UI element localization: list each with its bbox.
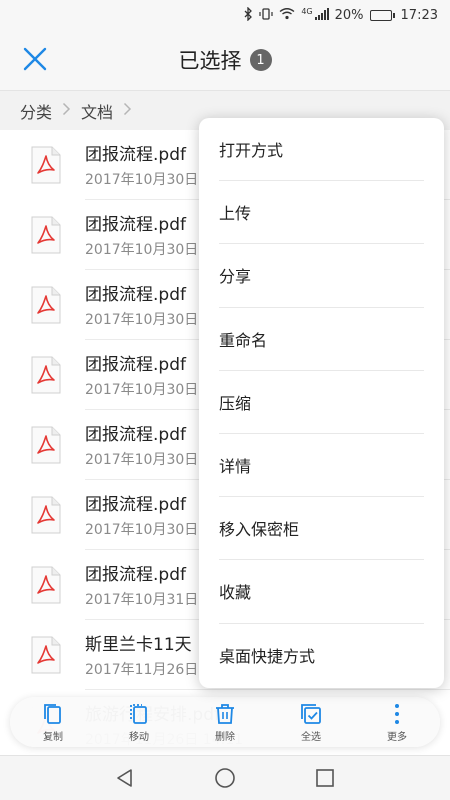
pdf-file-icon [31, 216, 61, 254]
file-icon-box [0, 496, 86, 534]
home-button[interactable] [211, 764, 239, 792]
file-name: 团报流程.pdf [85, 495, 186, 515]
delete-button[interactable]: 删除 [195, 702, 255, 743]
file-icon-box [0, 216, 86, 254]
file-icon-box [0, 146, 86, 184]
file-name: 团报流程.pdf [85, 355, 186, 375]
pdf-file-icon [31, 426, 61, 464]
menu-item-share[interactable]: 分享 [219, 244, 424, 308]
copy-button[interactable]: 复制 [23, 702, 83, 743]
delete-label: 删除 [215, 731, 235, 743]
file-date: 2017年10月30日 [85, 522, 199, 538]
pdf-file-icon [31, 146, 61, 184]
battery-icon [369, 9, 395, 21]
file-name: 团报流程.pdf [85, 565, 186, 585]
file-icon-box [0, 356, 86, 394]
vibrate-icon [259, 7, 273, 24]
bluetooth-icon [243, 5, 253, 24]
select-all-button[interactable]: 全选 [281, 702, 341, 743]
menu-item-upload[interactable]: 上传 [219, 181, 424, 245]
move-label: 移动 [129, 731, 149, 743]
chevron-right-icon [123, 102, 132, 120]
signal-icon [314, 7, 329, 23]
breadcrumb-item-category[interactable]: 分类 [20, 99, 52, 123]
file-date: 2017年10月30日 [85, 172, 199, 188]
copy-icon [44, 703, 61, 724]
menu-item-open-with[interactable]: 打开方式 [219, 118, 424, 182]
menu-item-move-to-safe[interactable]: 移入保密柜 [219, 497, 424, 561]
home-circle-icon [215, 768, 235, 788]
pdf-file-icon [31, 356, 61, 394]
pdf-file-icon [31, 496, 61, 534]
action-toolbar: 复制 移动 删除 全选 更多 [10, 697, 440, 747]
file-icon-box [0, 426, 86, 464]
wifi-icon [279, 7, 295, 23]
menu-item-details[interactable]: 详情 [219, 434, 424, 498]
page-title: 已选择 [178, 49, 242, 73]
move-button[interactable]: 移动 [109, 702, 169, 743]
file-date: 2017年10月30日 [85, 312, 199, 328]
file-icon-box [0, 636, 86, 674]
file-date: 2017年10月30日 [85, 452, 199, 468]
file-name: 斯里兰卡11天 [85, 635, 192, 655]
back-triangle-icon [117, 769, 132, 787]
more-options-menu: 打开方式 上传 分享 重命名 压缩 详情 移入保密柜 收藏 桌面快捷方式 [199, 118, 444, 688]
trash-icon [216, 703, 234, 724]
selected-count-badge: 1 [249, 49, 272, 71]
pdf-file-icon [31, 636, 61, 674]
close-icon [23, 47, 47, 71]
pdf-file-icon [31, 286, 61, 324]
close-button[interactable] [20, 44, 50, 74]
select-all-icon [301, 703, 321, 724]
menu-item-favorite[interactable]: 收藏 [219, 560, 424, 624]
file-date: 2017年10月31日 [85, 592, 199, 608]
select-all-label: 全选 [301, 731, 321, 743]
move-icon [130, 703, 147, 724]
pdf-file-icon [31, 566, 61, 604]
copy-label: 复制 [43, 731, 63, 743]
file-icon-box [0, 566, 86, 604]
recents-button[interactable] [311, 764, 339, 792]
file-date: 2017年10月30日 [85, 382, 199, 398]
clock: 17:23 [400, 7, 438, 23]
file-name: 团报流程.pdf [85, 425, 186, 445]
back-button[interactable] [111, 764, 139, 792]
selection-header: 已选择 1 [0, 30, 450, 90]
breadcrumb-item-documents[interactable]: 文档 [81, 99, 113, 123]
file-date: 2017年11月26日 [85, 662, 199, 678]
menu-item-desktop-shortcut[interactable]: 桌面快捷方式 [219, 624, 424, 687]
file-name: 团报流程.pdf [85, 285, 186, 305]
file-name: 团报流程.pdf [85, 145, 186, 165]
file-date: 2017年10月30日 [85, 242, 199, 258]
menu-item-compress[interactable]: 压缩 [219, 371, 424, 434]
recents-square-icon [316, 769, 334, 787]
more-label: 更多 [387, 731, 407, 743]
battery-percent: 20% [334, 7, 364, 23]
menu-item-rename[interactable]: 重命名 [219, 308, 424, 371]
chevron-right-icon [62, 102, 71, 120]
network-type-label: 4G [301, 6, 313, 16]
file-icon-box [0, 286, 86, 324]
more-button[interactable]: 更多 [367, 702, 427, 743]
file-name: 团报流程.pdf [85, 215, 186, 235]
more-vertical-icon [395, 703, 399, 724]
system-nav-bar [0, 755, 450, 800]
status-bar: 4G 20% 17:23 [0, 0, 450, 30]
